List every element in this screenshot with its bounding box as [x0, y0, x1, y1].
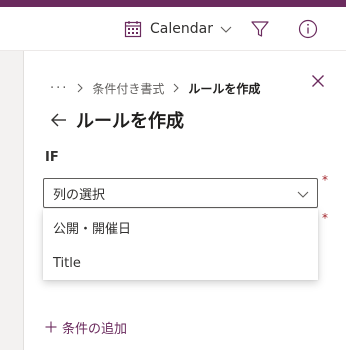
page-left-gutter: [0, 51, 24, 350]
chevron-down-icon: [220, 26, 232, 33]
back-arrow-icon[interactable]: [50, 111, 68, 129]
filter-icon[interactable]: [250, 19, 270, 39]
close-icon[interactable]: [311, 74, 325, 88]
required-indicator: *: [322, 173, 328, 187]
chevron-down-icon: [297, 191, 309, 198]
calendar-icon: [124, 21, 142, 38]
required-indicator: *: [322, 211, 328, 225]
plus-icon: [45, 321, 57, 333]
conditional-format-panel: ··· 条件付き書式 ルールを作成 ルールを作成 IF 列の選択 * * 公開・…: [25, 51, 346, 350]
dropdown-option-publish-date[interactable]: 公開・開催日: [43, 209, 318, 245]
view-switcher-button[interactable]: Calendar: [124, 18, 232, 40]
info-icon[interactable]: [298, 19, 318, 39]
column-select-placeholder: 列の選択: [53, 187, 106, 203]
breadcrumb-more-button[interactable]: ···: [50, 81, 68, 96]
chevron-right-icon: [78, 83, 84, 93]
column-options-list: 公開・開催日 Title: [43, 209, 318, 280]
add-condition-label: 条件の追加: [62, 321, 128, 337]
if-label: IF: [45, 150, 59, 165]
add-condition-button[interactable]: 条件の追加: [45, 317, 127, 337]
command-bar: Calendar: [0, 7, 346, 51]
page-title: ルールを作成: [76, 111, 184, 132]
app-root: Calendar ··· 条件付き書式 ルールを作成 ルールを作成 IF 列の選…: [0, 0, 346, 350]
dropdown-option-title[interactable]: Title: [43, 245, 318, 281]
top-accent-bar: [0, 0, 346, 7]
panel-header: ルールを作成: [50, 107, 184, 133]
chevron-right-icon: [174, 83, 180, 93]
breadcrumb-current: ルールを作成: [188, 81, 261, 96]
breadcrumb-item-conditional-format[interactable]: 条件付き書式: [92, 80, 164, 97]
breadcrumb: ··· 条件付き書式 ルールを作成: [50, 79, 260, 97]
column-select-dropdown[interactable]: 列の選択: [43, 178, 318, 208]
view-switcher-label: Calendar: [150, 21, 213, 37]
